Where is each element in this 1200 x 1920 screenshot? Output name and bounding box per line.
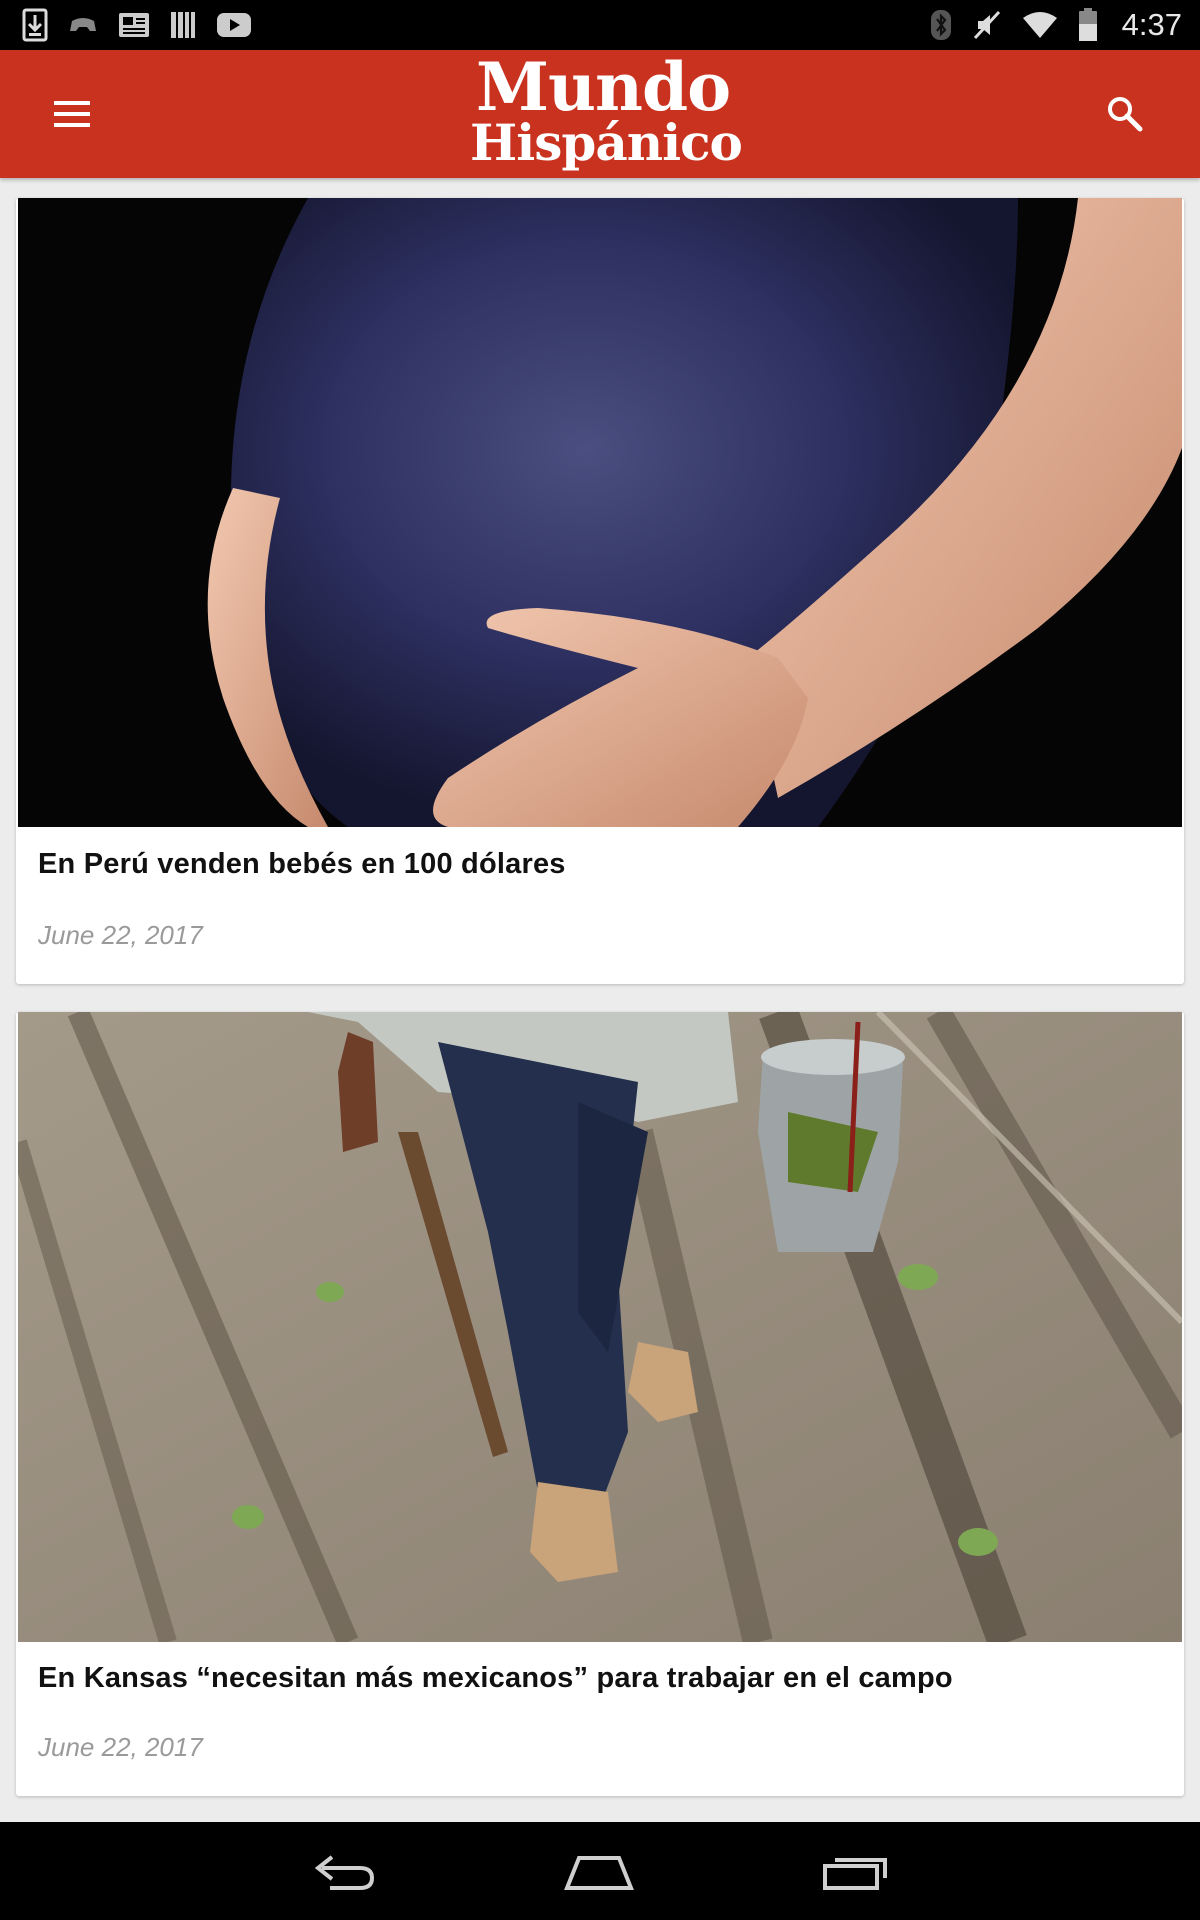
brand-logo-line2: Hispánico [470,113,743,172]
menu-button[interactable] [34,84,110,144]
youtube-icon [216,12,252,38]
library-icon [170,10,196,40]
wifi-icon [1022,10,1058,40]
status-time: 4:37 [1121,7,1182,42]
back-icon [314,1855,375,1890]
article-image-farm-worker[interactable] [18,1012,1182,1642]
hamburger-menu-icon [54,101,90,127]
app-bar: Mundo Hispánico [0,50,1200,178]
search-icon [1108,97,1143,132]
recent-apps-icon [823,1858,887,1890]
article-title[interactable]: En Perú venden bebés en 100 dólares [38,848,1162,881]
home-button[interactable] [549,1840,649,1904]
article-date: June 22, 2017 [38,1732,203,1762]
article-date: June 22, 2017 [38,920,203,950]
article-card[interactable]: En Kansas “necesitan más mexicanos” para… [16,1012,1184,1796]
article-feed[interactable]: En Perú venden bebés en 100 dólares June… [0,178,1200,1822]
back-button[interactable] [293,1840,393,1904]
battery-icon [1078,8,1098,42]
article-image-pregnant-belly[interactable] [18,198,1182,827]
system-icons: 4:37 [930,7,1182,43]
download-icon [22,8,48,42]
brand-logo[interactable]: Mundo Hispánico [470,48,743,176]
recent-apps-button[interactable] [807,1840,907,1904]
status-bar: 4:37 [0,0,1200,50]
search-button[interactable] [1090,84,1160,144]
brand-logo-line1: Mundo [476,48,731,126]
bluetooth-icon [930,9,952,41]
game-controller-icon [68,13,98,37]
system-nav-bar [0,1822,1200,1920]
article-card[interactable]: En Perú venden bebés en 100 dólares June… [16,198,1184,984]
muted-icon [972,9,1002,41]
notification-icons [22,8,252,42]
article-title[interactable]: En Kansas “necesitan más mexicanos” para… [38,1662,1162,1695]
home-icon [564,1856,634,1890]
news-icon [118,11,150,39]
